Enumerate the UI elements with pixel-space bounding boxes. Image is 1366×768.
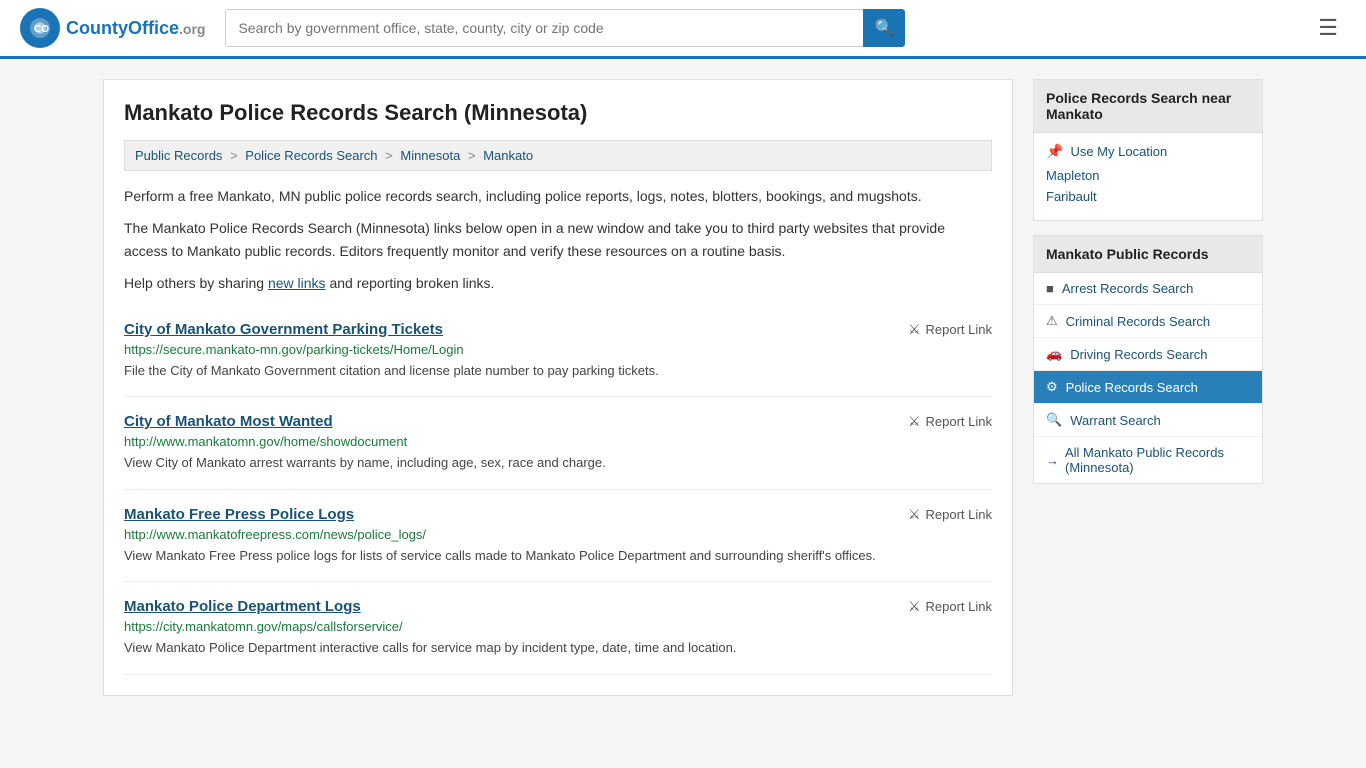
result-title-3[interactable]: Mankato Police Department Logs	[124, 598, 361, 615]
sidebar-menu-item-2[interactable]: 🚗 Driving Records Search	[1034, 338, 1262, 371]
intro3-after: and reporting broken links.	[326, 275, 495, 291]
menu-item-label: Police Records Search	[1066, 380, 1198, 395]
public-records-title: Mankato Public Records	[1034, 236, 1262, 273]
report-label: Report Link	[926, 507, 992, 522]
search-button[interactable]: 🔍	[863, 9, 905, 47]
result-title-0[interactable]: City of Mankato Government Parking Ticke…	[124, 321, 443, 338]
menu-button[interactable]: ☰	[1310, 11, 1346, 45]
search-icon: 🔍	[875, 18, 895, 38]
result-url-1: http://www.mankatomn.gov/home/showdocume…	[124, 434, 992, 449]
report-icon: ⚔	[908, 321, 921, 338]
result-item: Mankato Free Press Police Logs ⚔ Report …	[124, 490, 992, 583]
menu-item-label: Arrest Records Search	[1062, 281, 1194, 296]
use-location-label: Use My Location	[1070, 144, 1167, 159]
new-links-link[interactable]: new links	[268, 275, 326, 291]
report-link-3[interactable]: ⚔ Report Link	[908, 598, 992, 615]
sidebar-menu-item-3[interactable]: ⚙ Police Records Search	[1034, 371, 1262, 404]
result-desc-1: View City of Mankato arrest warrants by …	[124, 453, 992, 473]
menu-item-icon: 🚗	[1046, 346, 1062, 362]
search-bar: 🔍	[225, 9, 905, 47]
nearby-content: 📌 Use My Location Mapleton Faribault	[1034, 133, 1262, 220]
sidebar-menu-item-0[interactable]: ■ Arrest Records Search	[1034, 273, 1262, 305]
result-item: City of Mankato Government Parking Ticke…	[124, 305, 992, 398]
all-records-label: All Mankato Public Records (Minnesota)	[1065, 445, 1250, 475]
report-link-2[interactable]: ⚔ Report Link	[908, 506, 992, 523]
result-url-2: http://www.mankatofreepress.com/news/pol…	[124, 527, 992, 542]
nearby-section: Police Records Search near Mankato 📌 Use…	[1033, 79, 1263, 221]
use-my-location[interactable]: 📌 Use My Location	[1046, 143, 1250, 160]
breadcrumb-police-records[interactable]: Police Records Search	[245, 148, 377, 163]
sidebar-menu-item-1[interactable]: ⚠ Criminal Records Search	[1034, 305, 1262, 338]
report-icon: ⚔	[908, 413, 921, 430]
breadcrumb-mankato[interactable]: Mankato	[483, 148, 533, 163]
report-label: Report Link	[926, 599, 992, 614]
nearby-title: Police Records Search near Mankato	[1034, 80, 1262, 133]
svg-text:CO: CO	[34, 24, 49, 35]
menu-item-label: Criminal Records Search	[1066, 314, 1211, 329]
report-label: Report Link	[926, 414, 992, 429]
menu-item-label: Warrant Search	[1070, 413, 1161, 428]
report-link-1[interactable]: ⚔ Report Link	[908, 413, 992, 430]
breadcrumb: Public Records > Police Records Search >…	[124, 140, 992, 171]
report-icon: ⚔	[908, 598, 921, 615]
result-url-3: https://city.mankatomn.gov/maps/callsfor…	[124, 619, 992, 634]
public-records-section: Mankato Public Records ■ Arrest Records S…	[1033, 235, 1263, 484]
nearby-link-0[interactable]: Mapleton	[1046, 168, 1250, 183]
result-desc-0: File the City of Mankato Government cita…	[124, 361, 992, 381]
menu-item-icon: ⚠	[1046, 313, 1058, 329]
logo-text: CountyOffice.org	[66, 18, 205, 39]
result-desc-2: View Mankato Free Press police logs for …	[124, 546, 992, 566]
result-title-2[interactable]: Mankato Free Press Police Logs	[124, 506, 354, 523]
results-list: City of Mankato Government Parking Ticke…	[124, 305, 992, 675]
report-icon: ⚔	[908, 506, 921, 523]
result-desc-3: View Mankato Police Department interacti…	[124, 638, 992, 658]
sidebar: Police Records Search near Mankato 📌 Use…	[1033, 79, 1263, 696]
sidebar-menu: ■ Arrest Records Search ⚠ Criminal Records …	[1034, 273, 1262, 437]
breadcrumb-minnesota[interactable]: Minnesota	[400, 148, 460, 163]
all-records-link[interactable]: → All Mankato Public Records (Minnesota)	[1034, 437, 1262, 483]
menu-item-label: Driving Records Search	[1070, 347, 1207, 362]
result-item: City of Mankato Most Wanted ⚔ Report Lin…	[124, 397, 992, 490]
result-title-1[interactable]: City of Mankato Most Wanted	[124, 413, 333, 430]
intro-paragraph-3: Help others by sharing new links and rep…	[124, 272, 992, 294]
page-title: Mankato Police Records Search (Minnesota…	[124, 100, 992, 126]
report-link-0[interactable]: ⚔ Report Link	[908, 321, 992, 338]
menu-item-icon: 🔍	[1046, 412, 1062, 428]
sidebar-menu-item-4[interactable]: 🔍 Warrant Search	[1034, 404, 1262, 437]
nearby-links: Mapleton Faribault	[1046, 168, 1250, 204]
intro-paragraph-2: The Mankato Police Records Search (Minne…	[124, 217, 992, 262]
arrow-icon: →	[1046, 453, 1059, 468]
report-label: Report Link	[926, 322, 992, 337]
breadcrumb-public-records[interactable]: Public Records	[135, 148, 222, 163]
result-url-0: https://secure.mankato-mn.gov/parking-ti…	[124, 342, 992, 357]
site-logo[interactable]: CO CountyOffice.org	[20, 8, 205, 48]
nearby-link-1[interactable]: Faribault	[1046, 189, 1250, 204]
intro3-before: Help others by sharing	[124, 275, 268, 291]
location-icon: 📌	[1046, 143, 1063, 160]
content-area: Mankato Police Records Search (Minnesota…	[103, 79, 1013, 696]
search-input[interactable]	[225, 9, 863, 47]
intro-paragraph-1: Perform a free Mankato, MN public police…	[124, 185, 992, 207]
menu-item-icon: ■	[1046, 281, 1054, 296]
result-item: Mankato Police Department Logs ⚔ Report …	[124, 582, 992, 675]
logo-icon: CO	[20, 8, 60, 48]
menu-item-icon: ⚙	[1046, 379, 1058, 395]
